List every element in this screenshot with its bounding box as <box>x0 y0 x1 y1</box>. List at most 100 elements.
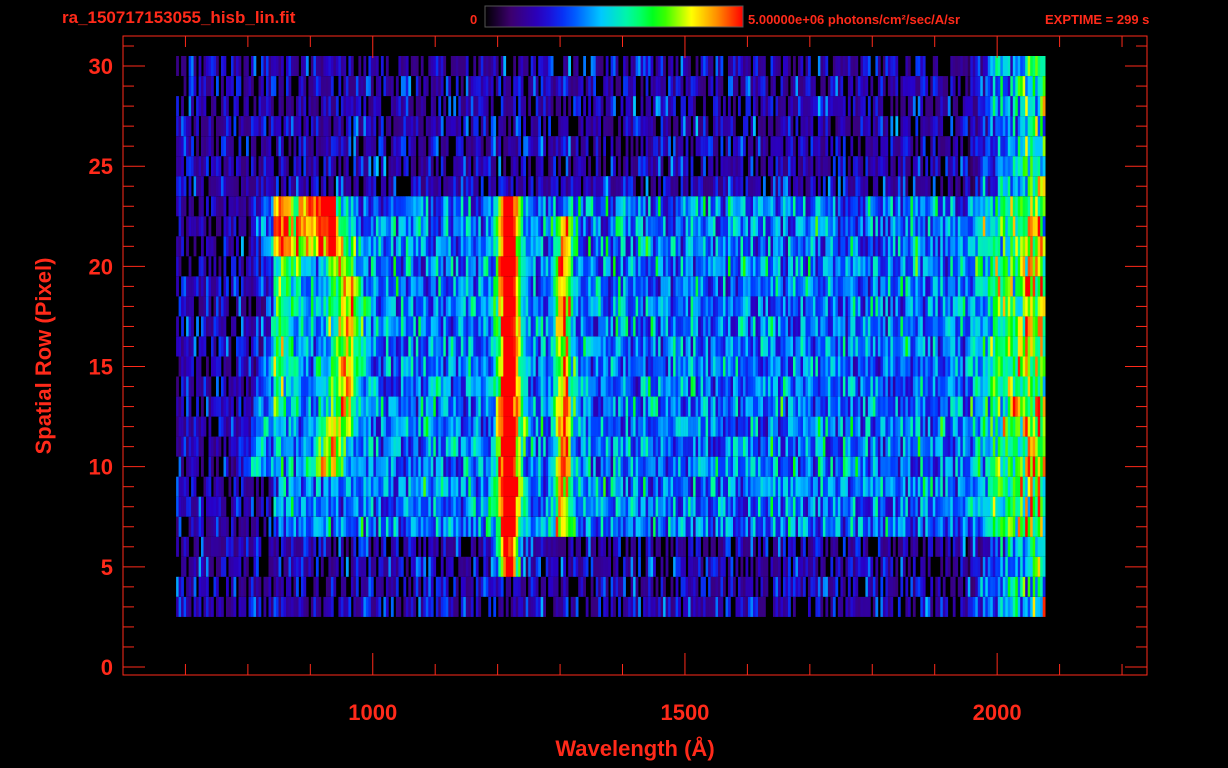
heatmap-cell <box>960 476 964 497</box>
heatmap-cell <box>583 496 586 517</box>
heatmap-cell <box>520 516 524 537</box>
heatmap-cell <box>975 456 979 477</box>
heatmap-cell <box>1042 396 1046 417</box>
heatmap-cell <box>363 296 367 317</box>
heatmap-cell <box>186 416 189 437</box>
heatmap-cell <box>755 596 759 617</box>
heatmap-cell <box>450 416 454 437</box>
heatmap-cell <box>320 356 324 377</box>
heatmap-cell <box>291 356 294 377</box>
heatmap-cell <box>970 496 974 517</box>
heatmap-cell <box>503 376 507 397</box>
heatmap-cell <box>228 556 232 577</box>
heatmap-cell <box>413 336 417 357</box>
heatmap-cell <box>625 476 629 497</box>
heatmap-cell <box>323 596 327 617</box>
heatmap-cell <box>248 316 252 337</box>
heatmap-cell <box>563 356 566 377</box>
heatmap-cell <box>425 456 429 477</box>
heatmap-cell <box>603 596 606 617</box>
heatmap-cell <box>196 456 199 477</box>
heatmap-cell <box>1000 456 1004 477</box>
heatmap-cell <box>445 356 449 377</box>
heatmap-cell <box>800 336 804 357</box>
heatmap-cell <box>935 476 939 497</box>
heatmap-cell <box>995 556 999 577</box>
heatmap-cell <box>233 416 237 437</box>
heatmap-cell <box>723 336 726 357</box>
heatmap-cell <box>718 516 721 537</box>
heatmap-cell <box>733 316 736 337</box>
heatmap-cell <box>208 496 212 517</box>
heatmap-cell <box>266 416 269 437</box>
heatmap-cell <box>885 536 889 557</box>
heatmap-cell <box>1040 576 1043 597</box>
heatmap-cell <box>193 536 197 557</box>
heatmap-cell <box>305 416 309 437</box>
heatmap-cell <box>485 456 489 477</box>
heatmap-cell <box>268 476 272 497</box>
heatmap-cell <box>1022 356 1026 377</box>
heatmap-cell <box>303 496 307 517</box>
heatmap-cell <box>673 376 676 397</box>
heatmap-cell <box>258 296 262 317</box>
heatmap-cell <box>393 336 397 357</box>
heatmap-cell <box>935 396 939 417</box>
heatmap-cell <box>945 456 949 477</box>
heatmap-cell <box>1030 376 1033 397</box>
heatmap-cell <box>218 396 222 417</box>
heatmap-cell <box>176 416 179 437</box>
heatmap-cell <box>930 356 934 377</box>
heatmap-cell <box>308 296 312 317</box>
heatmap-cell <box>328 536 332 557</box>
heatmap-cell <box>997 416 1001 437</box>
heatmap-cell <box>645 396 649 417</box>
heatmap-cell <box>967 356 971 377</box>
heatmap-cell <box>825 396 829 417</box>
heatmap-cell <box>628 516 631 537</box>
heatmap-cell <box>758 416 761 437</box>
heatmap-cell <box>483 376 487 397</box>
heatmap-cell <box>822 416 826 437</box>
heatmap-cell <box>550 576 554 597</box>
heatmap-cell <box>236 356 239 377</box>
heatmap-cell <box>827 456 831 477</box>
heatmap-cell <box>758 476 761 497</box>
heatmap-cell <box>570 296 574 317</box>
heatmap-cell <box>293 396 297 417</box>
heatmap-cell <box>900 536 904 557</box>
heatmap-cell <box>218 436 222 457</box>
heatmap-cell <box>855 376 859 397</box>
heatmap-cell <box>358 556 362 577</box>
heatmap-cell <box>488 436 492 457</box>
heatmap-cell <box>1002 416 1006 437</box>
heatmap-cell <box>738 336 741 357</box>
heatmap-cell <box>810 456 814 477</box>
heatmap-cell <box>628 456 631 477</box>
heatmap-cell <box>458 476 462 497</box>
heatmap-cell <box>373 516 377 537</box>
heatmap-cell <box>408 416 412 437</box>
heatmap-cell <box>680 356 684 377</box>
heatmap-cell <box>713 496 716 517</box>
heatmap-cell <box>663 436 666 457</box>
heatmap-cell <box>373 596 377 617</box>
heatmap-cell <box>995 496 999 517</box>
heatmap-cell <box>952 536 956 557</box>
heatmap-cell <box>952 476 956 497</box>
heatmap-cell <box>935 576 939 597</box>
heatmap-cell <box>473 316 477 337</box>
heatmap-cell <box>745 416 749 437</box>
heatmap-cell <box>955 396 959 417</box>
heatmap-cell <box>186 356 189 377</box>
heatmap-cell <box>400 296 404 317</box>
heatmap-cell <box>673 556 676 577</box>
heatmap-cell <box>937 516 941 537</box>
heatmap-cell <box>390 356 394 377</box>
heatmap-cell <box>700 456 704 477</box>
heatmap-cell <box>281 456 284 477</box>
heatmap-cell <box>475 476 479 497</box>
heatmap-cell <box>550 416 554 437</box>
heatmap-cell <box>206 316 209 337</box>
heatmap-cell <box>905 496 909 517</box>
